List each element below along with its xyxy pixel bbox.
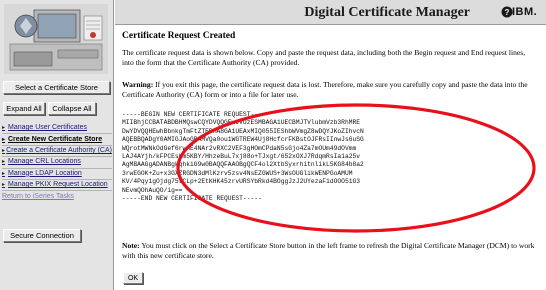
secure-connection-button[interactable]: Secure Connection [3,229,81,242]
warning-text: Warning: If you exit this page, the cert… [122,80,538,100]
nav-item-label: Manage User Certificates [8,124,87,132]
page-title: Certificate Request Created [122,31,236,41]
ok-button[interactable]: OK [123,272,143,284]
nav-item-label: Manage PKIX Request Location [8,181,108,189]
app-title: Digital Certificate Manager [304,5,470,20]
certificate-line: NEvmQOhAuQO/ig== [122,186,183,194]
nav-item-create-new-certificate-store[interactable]: ▸ Create New Certificate Store [2,134,112,146]
certificate-line: -----BEGIN NEW CERTIFICATE REQUEST----- [122,111,270,118]
certificate-line: WQrotMWNkOdGef6rwnE4NAr2vRXC2VEF3gHOmCPd… [122,144,357,152]
task-navigation: ▸ Manage User Certificates ▸ Create New … [2,123,112,203]
note-text: Note: You must click on the Select a Cer… [122,241,538,261]
certificate-line: MIIBhjCCBATABDBHMQswCQYDVQQGEwJVUzESMBAG… [122,119,361,127]
collapse-all-button[interactable]: Collapse All [48,102,96,115]
certificate-line: 3rwEGOK+Zu+x3GXZRGDN3dMlKzrv5zsv4NsEZGWU… [122,169,353,177]
certificate-line: DwYDVQQHEwhBbnkgTmFtZTERMA8GA1UEAxMIQ055… [122,127,364,135]
nav-item-manage-crl-locations[interactable]: ▸ Manage CRL Locations [2,157,112,169]
nav-item-manage-user-certificates[interactable]: ▸ Manage User Certificates [2,123,112,135]
ibm-logo: IBM. [512,6,538,18]
intro-text: The certificate request data is shown be… [122,48,526,67]
app-header: Digital Certificate Manager [115,0,546,25]
certificate-request-data[interactable]: -----BEGIN NEW CERTIFICATE REQUEST----- M… [122,111,532,243]
nav-item-label: Manage LDAP Location [8,169,82,177]
note-label: Note: [122,241,140,250]
dcm-logo-image [4,4,108,74]
nav-item-create-certificate-authority[interactable]: ▸ Create a Certificate Authority (CA) [2,146,112,158]
svg-text:?: ? [505,8,510,17]
nav-item-manage-pkix-request-location[interactable]: ▸ Manage PKIX Request Location [2,180,112,192]
certificate-line: -----END NEW CERTIFICATE REQUEST----- [122,195,262,203]
nav-item-label: Manage CRL Locations [8,158,81,166]
certificate-line: KV/4Pqy1gOjdg75tCLp+2EtKHK45zrvURSYbRkd4… [122,178,361,186]
select-certificate-store-button[interactable]: Select a Certificate Store [3,81,110,94]
nav-item-manage-ldap-location[interactable]: ▸ Manage LDAP Location [2,169,112,180]
nav-item-label: Create a Certificate Authority (CA) [6,146,112,154]
nav-item-label: Create New Certificate Store [8,135,103,143]
certificate-line: AQEBBQADgY0AMIGJAoGBAMVQa0ou1WGTREW4Uj8H… [122,136,364,144]
certificate-line: AgMBAAGgADANBgkqhkiG9w0BAQQFAAOBgQCF4ol2… [122,161,364,169]
warning-label: Warning: [122,80,154,89]
certificate-line: LAJ4AYjh/kFPCEsbm5KBY/HhzeBuL7xj88o+TJxg… [122,153,361,161]
left-frame: Select a Certificate Store Expand All Co… [0,0,114,290]
note-body: You must click on the Select a Certifica… [122,241,535,260]
return-to-iseries-tasks-link[interactable]: Return to iSeries Tasks [2,191,112,202]
warning-body: If you exit this page, the certificate r… [122,80,528,99]
expand-all-button[interactable]: Expand All [3,102,45,115]
nav-item-label: Return to iSeries Tasks [2,193,74,201]
